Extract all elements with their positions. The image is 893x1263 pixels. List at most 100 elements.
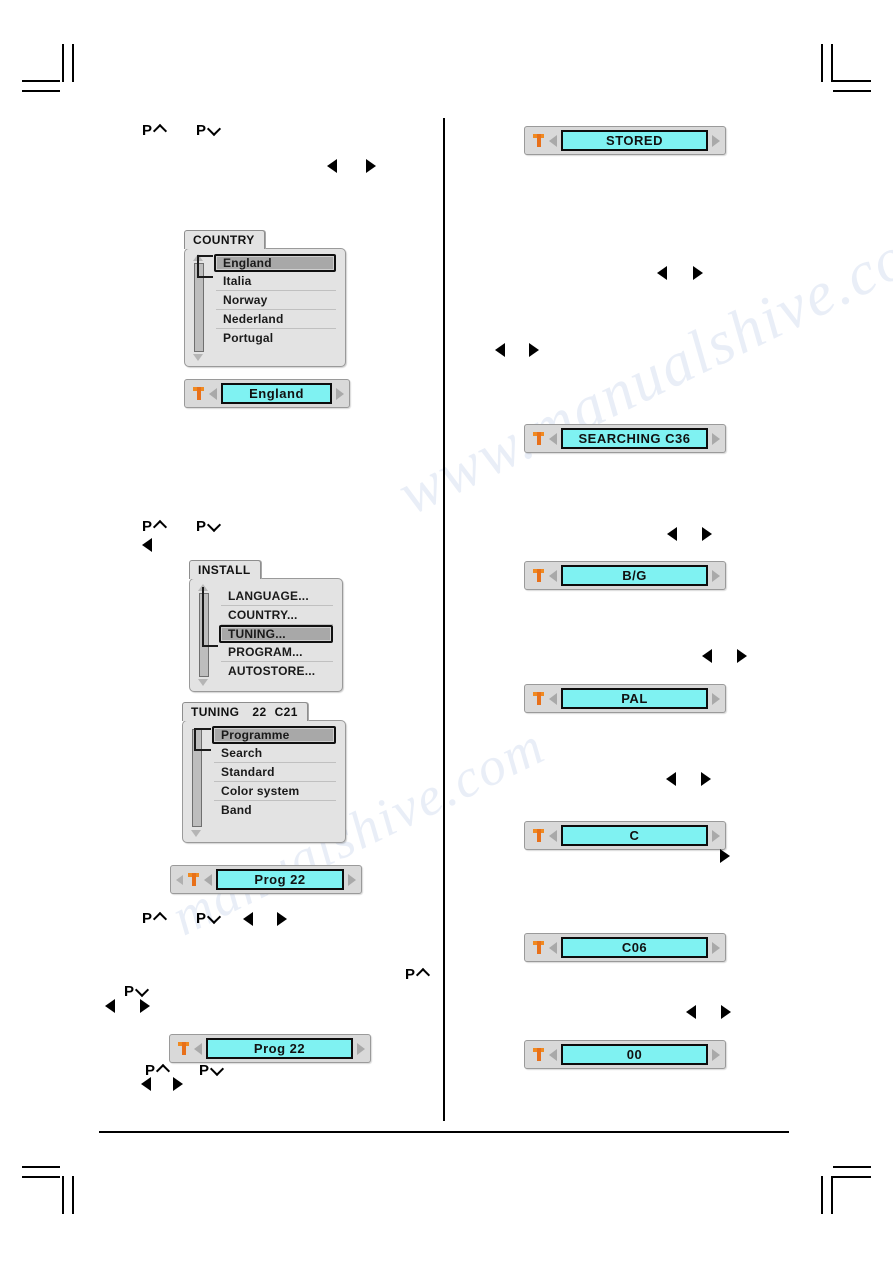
scroll-down-icon[interactable] [191,830,201,837]
tuning-menu-item-programme[interactable]: Programme [212,726,336,744]
antenna-icon [193,386,204,401]
country-menu-item-portugal[interactable]: Portugal [216,329,336,347]
antenna-icon [533,568,544,583]
bar-right-arrow-icon[interactable] [712,941,720,954]
bar-left-arrow-icon[interactable] [549,432,557,445]
bar-left-arrow-icon[interactable] [549,941,557,954]
program-status-bar: Prog 22 [169,1034,371,1063]
bar-left-arrow-icon[interactable] [549,134,557,147]
band-status-bar: C [524,821,726,850]
key-hint-program-up-1: P [142,123,168,138]
bar-left-arrow-icon[interactable] [549,569,557,582]
install-menu-body: LANGUAGE... COUNTRY... TUNING... PROGRAM… [189,578,343,692]
fine-tune-status-bar: 00 [524,1040,726,1069]
bar-right-arrow-icon[interactable] [712,829,720,842]
install-menu-item-tuning[interactable]: TUNING... [219,625,333,643]
scroll-down-icon[interactable] [198,679,208,686]
tuning-menu-item-search[interactable]: Search [214,744,336,763]
tuning-status-bar: Prog 22 [170,865,362,894]
key-hint-program-down-2: P [196,519,222,534]
install-menu-item-autostore[interactable]: AUTOSTORE... [221,662,333,680]
channel-status-bar: C06 [524,933,726,962]
bar-left-arrow-icon[interactable] [209,387,217,400]
tuning-menu-item-color-system[interactable]: Color system [214,782,336,801]
nav-arrow-right-r3 [702,527,712,541]
stored-status-value: STORED [561,130,708,151]
bar-right-arrow-icon[interactable] [712,432,720,445]
crop-mark-top-right [809,44,871,92]
key-hint-program-down-5: P [124,984,150,999]
key-hint-program-up-4: P [405,967,431,982]
key-hint-program-up-3: P [142,911,168,926]
tuning-menu-selection-connector [194,728,211,751]
country-menu-item-italia[interactable]: Italia [216,272,336,291]
nav-arrow-left-r1 [657,266,667,280]
nav-arrow-left-2 [142,538,152,552]
key-hint-program-down-3: P [196,911,222,926]
bar-right-arrow-icon[interactable] [336,387,344,400]
tuning-menu-item-band[interactable]: Band [214,801,336,819]
chevron-down-icon [207,911,222,925]
crop-mark-bottom-left [22,1166,84,1218]
standard-status-bar: B/G [524,561,726,590]
nav-arrow-right-r4 [737,649,747,663]
fine-tune-status-value: 00 [561,1044,708,1065]
searching-status-value: SEARCHING C36 [561,428,708,449]
bar-right-arrow-icon[interactable] [357,1042,365,1055]
crop-mark-top-left [22,44,84,92]
key-hint-program-down-1: P [196,123,222,138]
nav-arrow-left-r2 [495,343,505,357]
nav-arrow-right-r1 [693,266,703,280]
nav-arrow-left-6 [141,1077,151,1091]
install-menu-tab: INSTALL [189,560,261,579]
country-menu-item-england[interactable]: England [214,254,336,272]
chevron-up-icon [153,123,168,137]
chevron-down-icon [210,1063,225,1077]
bar-left-arrow-icon[interactable] [549,692,557,705]
key-hint-program-up-6: P [145,1063,171,1078]
country-menu-tab: COUNTRY [184,230,265,249]
manual-page: www.manualshive.com manualshive.com P P [0,0,893,1263]
watermark-primary: www.manualshive.com [387,201,893,529]
bar-right-arrow-icon[interactable] [712,1048,720,1061]
install-menu-item-language[interactable]: LANGUAGE... [221,587,333,606]
chevron-down-icon [135,984,150,998]
country-menu-body: England Italia Norway Nederland Portugal [184,248,346,367]
antenna-icon [533,1047,544,1062]
install-menu-item-country[interactable]: COUNTRY... [221,606,333,625]
chevron-up-icon [416,967,431,981]
standard-status-value: B/G [561,565,708,586]
tuning-menu-body: Programme Search Standard Color system B… [182,720,346,843]
bar-left-arrow-icon[interactable] [204,873,212,886]
chevron-up-icon [153,519,168,533]
bar-left-arrow-icon[interactable] [194,1042,202,1055]
tuning-status-value: Prog 22 [216,869,344,890]
channel-status-value: C06 [561,937,708,958]
crop-mark-bottom-right [809,1166,871,1218]
bar-right-arrow-icon[interactable] [712,134,720,147]
nav-arrow-right-r2 [529,343,539,357]
chevron-up-icon [153,911,168,925]
nav-arrow-right-1 [366,159,376,173]
bar-left-arrow-icon[interactable] [549,1048,557,1061]
bar-right-arrow-icon[interactable] [712,692,720,705]
antenna-icon [533,431,544,446]
tuning-menu-item-standard[interactable]: Standard [214,763,336,782]
country-menu-item-nederland[interactable]: Nederland [216,310,336,329]
country-status-bar: England [184,379,350,408]
scroll-down-icon[interactable] [193,354,203,361]
country-menu-item-norway[interactable]: Norway [216,291,336,310]
nav-arrow-left-3 [243,912,253,926]
install-menu-item-program[interactable]: PROGRAM... [221,643,333,662]
column-divider [443,118,445,1121]
nav-arrow-left-r4 [702,649,712,663]
chevron-down-icon [207,519,222,533]
bar-right-arrow-icon[interactable] [348,873,356,886]
stored-status-bar: STORED [524,126,726,155]
antenna-icon [188,872,199,887]
band-status-value: C [561,825,708,846]
key-hint-program-up-2: P [142,519,168,534]
bar-right-arrow-icon[interactable] [712,569,720,582]
bar-left-arrow-icon[interactable] [549,829,557,842]
nav-arrow-right-3 [277,912,287,926]
